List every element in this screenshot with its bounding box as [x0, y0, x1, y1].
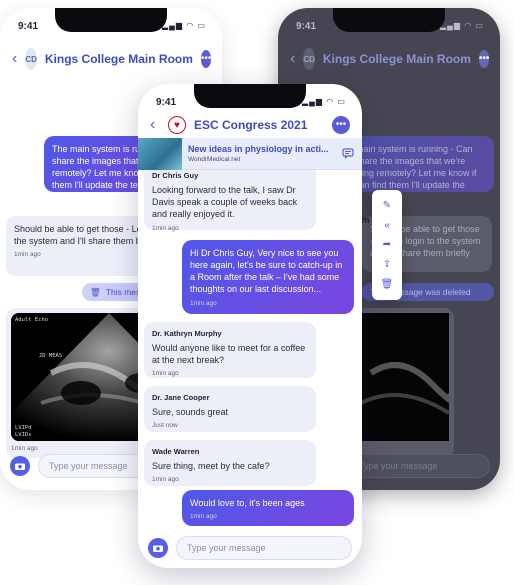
scan-label: LVIDs	[15, 432, 32, 438]
message-sender: Dr. Kathryn Murphy	[152, 329, 222, 338]
message-text: Would anyone like to meet for a coffee a…	[152, 343, 306, 366]
message-bubble-outgoing[interactable]: Would love to, it's been ages 1min ago	[182, 490, 354, 526]
camera-icon[interactable]	[10, 456, 30, 476]
more-options-icon[interactable]: •••	[200, 50, 212, 68]
more-options-icon[interactable]: •••	[478, 50, 490, 68]
link-title[interactable]: New ideas in physiology in acti...	[188, 144, 336, 154]
chat-header: ‹ CD Kings College Main Room •••	[278, 44, 500, 74]
link-preview-banner[interactable]: New ideas in physiology in acti... Wondr…	[138, 137, 362, 170]
image-message[interactable]	[356, 308, 456, 458]
context-menu: ✎ « ➦ ⇪ 🗑	[372, 190, 402, 300]
back-icon[interactable]: ‹	[290, 50, 295, 68]
message-time: 1min ago	[190, 513, 217, 521]
message-sender: Wade Warren	[152, 447, 200, 456]
chat-header: ‹ ♥ ESC Congress 2021 •••	[138, 110, 362, 140]
message-time: 1min ago	[152, 476, 179, 484]
status-time: 9:41	[18, 21, 39, 32]
message-text: Hi Dr Chris Guy, Very nice to see you he…	[190, 248, 343, 295]
message-time: 1min ago	[152, 224, 179, 232]
forward-icon[interactable]: «	[384, 220, 390, 231]
message-text: Looking forward to the talk, I saw Dr Da…	[152, 185, 298, 220]
message-sender: Dr Chris Guy	[152, 171, 199, 180]
message-sender: Dr. Jane Cooper	[152, 393, 210, 402]
message-bubble-incoming[interactable]: Dr. Jane Cooper Sure, sounds great Just …	[144, 386, 316, 432]
ultrasound-scan	[360, 313, 456, 441]
link-source: WondrMedical.net	[188, 156, 241, 163]
more-options-icon[interactable]: •••	[332, 116, 350, 134]
chat-title: Kings College Main Room	[44, 52, 193, 66]
chat-title: Kings College Main Room	[322, 52, 471, 66]
camera-icon[interactable]	[148, 538, 168, 558]
message-bubble-incoming[interactable]: Wade Warren Sure thing, meet by the cafe…	[144, 440, 316, 486]
message-bubble-incoming[interactable]: Dr. Kathryn Murphy Would anyone like to …	[144, 322, 316, 378]
scan-label: Adult Echo	[15, 317, 49, 323]
message-bubble-incoming[interactable]: Dr Chris Guy Looking forward to the talk…	[144, 164, 316, 232]
composer: Type your message	[138, 536, 362, 560]
avatar[interactable]: CD	[303, 48, 315, 70]
message-text: Sure, sounds great	[152, 407, 229, 418]
status-icons: ▂▄▆ ◠ ▭	[302, 97, 346, 106]
delete-icon[interactable]: 🗑	[381, 279, 394, 290]
phone-notch	[333, 8, 445, 32]
heart-logo-icon[interactable]: ♥	[168, 116, 186, 134]
export-icon[interactable]: ⇪	[383, 259, 391, 270]
message-bubble-outgoing[interactable]: Hi Dr Chris Guy, Very nice to see you he…	[182, 240, 354, 314]
phone-notch	[194, 84, 306, 108]
chat-header: ‹ CD Kings College Main Room •••	[0, 44, 222, 74]
message-text: Would love to, it's been ages	[190, 498, 305, 508]
link-thumbnail	[138, 137, 182, 170]
trash-icon: 🗑	[90, 286, 101, 297]
back-icon[interactable]: ‹	[12, 50, 17, 68]
message-input[interactable]: Type your message	[176, 536, 352, 560]
message-text: Sure thing, meet by the cafe?	[152, 461, 270, 472]
share-icon[interactable]: ➦	[383, 239, 391, 250]
message-time: Just now	[152, 422, 178, 430]
scan-label: 2D MEAS	[39, 353, 63, 359]
link-preview-text: New ideas in physiology in acti... Wondr…	[188, 144, 336, 163]
phone-notch	[55, 8, 167, 32]
message-input[interactable]: Type your message	[348, 454, 490, 478]
chat-bubble-icon[interactable]	[342, 147, 354, 160]
message-time: 1min ago	[152, 370, 179, 378]
status-time: 9:41	[296, 21, 317, 32]
status-icons: ▂▄▆ ◠ ▭	[440, 21, 484, 30]
status-time: 9:41	[156, 97, 177, 108]
avatar[interactable]: CD	[25, 48, 37, 70]
status-icons: ▂▄▆ ◠ ▭	[162, 21, 206, 30]
back-icon[interactable]: ‹	[150, 116, 160, 134]
reply-icon[interactable]: ✎	[383, 200, 391, 211]
chat-title: ESC Congress 2021	[194, 118, 308, 132]
message-time: 1min ago	[190, 299, 217, 307]
